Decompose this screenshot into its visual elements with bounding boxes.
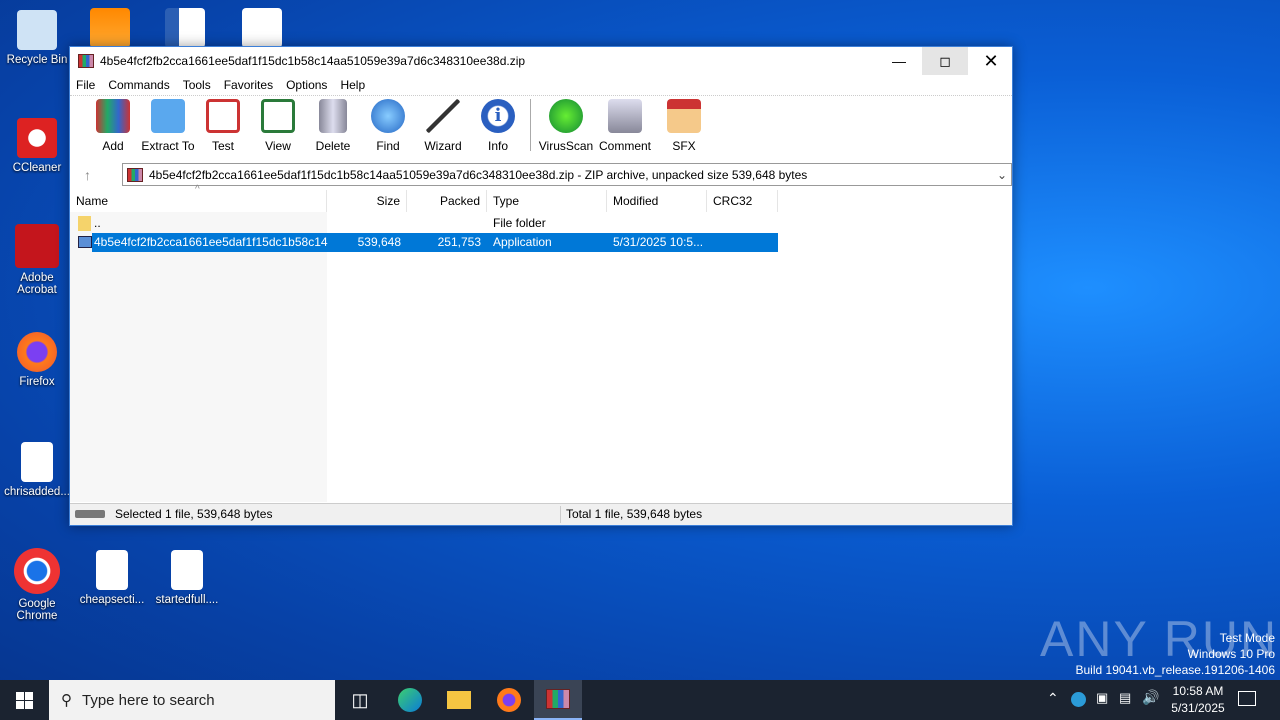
address-field[interactable]: 4b5e4fcf2fb2cca1661ee5daf1f15dc1b58c14aa… bbox=[122, 163, 1012, 186]
chrome-icon bbox=[14, 548, 60, 594]
edge-icon bbox=[398, 688, 422, 712]
taskbar-edge[interactable] bbox=[386, 680, 434, 720]
virusscan-button[interactable]: VirusScan bbox=[537, 99, 595, 157]
test-mode-text: Test Mode Windows 10 Pro Build 19041.vb_re… bbox=[1075, 631, 1276, 677]
window-title: 4b5e4fcf2fb2cca1661ee5daf1f15dc1b58c14aa… bbox=[100, 54, 526, 68]
menu-help[interactable]: Help bbox=[340, 78, 365, 92]
desktop-icon-google-chrome[interactable]: Google Chrome bbox=[1, 548, 73, 622]
add-icon bbox=[96, 99, 130, 133]
desktop-icon-firefox[interactable]: Firefox bbox=[1, 332, 73, 388]
winrar-icon bbox=[546, 689, 570, 709]
taskbar: ⚲ Type here to search ◫ ⌃ ▣ ▤ 🔊 10:58 AM 5… bbox=[0, 680, 1280, 720]
task-view-button[interactable]: ◫ bbox=[336, 680, 384, 720]
status-divider bbox=[560, 506, 561, 523]
find-button[interactable]: Find bbox=[359, 99, 417, 157]
comment-button[interactable]: Comment bbox=[592, 99, 658, 157]
chevron-down-icon[interactable]: ⌄ bbox=[997, 168, 1007, 182]
file-list: ^ Name Size Packed Type Modified CRC32 .… bbox=[70, 184, 1012, 502]
clock[interactable]: 10:58 AM 5/31/2025 bbox=[1162, 683, 1234, 717]
menu-tools[interactable]: Tools bbox=[183, 78, 211, 92]
sfx-button[interactable]: SFX bbox=[655, 99, 713, 157]
windows-logo-icon bbox=[15, 691, 33, 709]
book-icon bbox=[261, 99, 295, 133]
show-hidden-icons-button[interactable]: ⌃ bbox=[1047, 690, 1059, 707]
recycle-bin-icon bbox=[17, 10, 57, 50]
folder-icon bbox=[151, 99, 185, 133]
maximize-button[interactable]: ◻ bbox=[922, 47, 968, 75]
info-button[interactable]: i Info bbox=[469, 99, 527, 157]
minimize-button[interactable]: — bbox=[876, 47, 922, 75]
start-button[interactable] bbox=[0, 680, 48, 720]
firefox-icon bbox=[17, 332, 57, 372]
up-arrow-icon[interactable]: ↑ bbox=[84, 167, 91, 183]
magnifier-icon bbox=[371, 99, 405, 133]
sfx-box-icon bbox=[667, 99, 701, 133]
image-file-icon bbox=[242, 8, 282, 48]
taskbar-file-explorer[interactable] bbox=[435, 680, 483, 720]
extract-to-button[interactable]: Extract To bbox=[139, 99, 197, 157]
test-button[interactable]: Test bbox=[194, 99, 252, 157]
delete-button[interactable]: Delete bbox=[304, 99, 362, 157]
column-modified[interactable]: Modified bbox=[607, 190, 707, 212]
taskbar-firefox[interactable] bbox=[485, 680, 533, 720]
ccleaner-icon bbox=[17, 118, 57, 158]
menu-bar: File Commands Tools Favorites Options He… bbox=[70, 75, 1012, 95]
comment-icon bbox=[608, 99, 642, 133]
column-type[interactable]: Type bbox=[487, 190, 607, 212]
list-item-parent-folder[interactable]: .. File folder bbox=[70, 214, 778, 233]
status-bar: Selected 1 file, 539,648 bytes Total 1 f… bbox=[70, 503, 1012, 525]
wizard-button[interactable]: Wizard bbox=[414, 99, 472, 157]
trash-icon bbox=[319, 99, 347, 133]
menu-commands[interactable]: Commands bbox=[108, 78, 169, 92]
notifications-icon[interactable] bbox=[1238, 691, 1256, 706]
adobe-acrobat-icon bbox=[15, 224, 59, 268]
menu-options[interactable]: Options bbox=[286, 78, 327, 92]
taskbar-winrar[interactable] bbox=[534, 680, 582, 720]
drive-icon bbox=[75, 510, 105, 518]
network-globe-icon[interactable] bbox=[1071, 692, 1086, 707]
add-button[interactable]: Add bbox=[84, 99, 142, 157]
volume-icon[interactable]: 🔊 bbox=[1142, 689, 1159, 706]
vlc-icon bbox=[90, 8, 130, 48]
column-size[interactable]: Size bbox=[327, 190, 407, 212]
winrar-window: 4b5e4fcf2fb2cca1661ee5daf1f15dc1b58c14aa… bbox=[69, 46, 1013, 526]
column-name[interactable]: Name bbox=[70, 190, 327, 212]
task-view-icon: ◫ bbox=[351, 689, 369, 710]
column-packed[interactable]: Packed bbox=[407, 190, 487, 212]
archive-icon bbox=[127, 167, 143, 182]
address-bar: ↑ 4b5e4fcf2fb2cca1661ee5daf1f15dc1b58c14… bbox=[70, 162, 1012, 187]
view-button[interactable]: View bbox=[249, 99, 307, 157]
network-icon[interactable]: ▤ bbox=[1119, 690, 1131, 706]
winrar-icon bbox=[78, 54, 94, 68]
title-bar[interactable]: 4b5e4fcf2fb2cca1661ee5daf1f15dc1b58c14aa… bbox=[70, 47, 1012, 75]
meet-now-icon[interactable]: ▣ bbox=[1096, 690, 1108, 706]
search-icon: ⚲ bbox=[61, 692, 72, 709]
folder-icon bbox=[447, 691, 471, 709]
firefox-icon bbox=[497, 688, 521, 712]
magic-wand-icon bbox=[426, 99, 460, 133]
list-item-selected-file[interactable]: 4b5e4fcf2fb2cca1661ee5daf1f15dc1b58c14..… bbox=[70, 233, 778, 252]
info-icon: i bbox=[481, 99, 515, 133]
image-file-icon bbox=[21, 442, 53, 482]
virus-scan-icon bbox=[549, 99, 583, 133]
image-file-icon bbox=[171, 550, 203, 590]
status-right: Total 1 file, 539,648 bytes bbox=[566, 507, 703, 521]
toolbar: Add Extract To Test View Delete Find Wiz… bbox=[70, 95, 1012, 157]
desktop-icon-recycle-bin[interactable]: Recycle Bin bbox=[1, 10, 73, 66]
menu-file[interactable]: File bbox=[76, 78, 95, 92]
desktop-icon-startedfull[interactable]: startedfull.... bbox=[151, 550, 223, 606]
toolbar-separator bbox=[530, 99, 531, 151]
word-doc-icon bbox=[165, 8, 205, 48]
desktop-icon-chrisadded[interactable]: chrisadded... bbox=[1, 442, 73, 498]
menu-favorites[interactable]: Favorites bbox=[224, 78, 273, 92]
column-crc32[interactable]: CRC32 bbox=[707, 190, 778, 212]
close-button[interactable]: ✕ bbox=[968, 47, 1014, 75]
clipboard-check-icon bbox=[206, 99, 240, 133]
desktop-icon-ccleaner[interactable]: CCleaner bbox=[1, 118, 73, 174]
status-left: Selected 1 file, 539,648 bytes bbox=[115, 507, 273, 521]
desktop-icon-adobe-acrobat[interactable]: Adobe Acrobat bbox=[1, 224, 73, 296]
image-file-icon bbox=[96, 550, 128, 590]
desktop-icon-cheapsecti[interactable]: cheapsecti... bbox=[76, 550, 148, 606]
search-box[interactable]: ⚲ Type here to search bbox=[49, 680, 335, 720]
